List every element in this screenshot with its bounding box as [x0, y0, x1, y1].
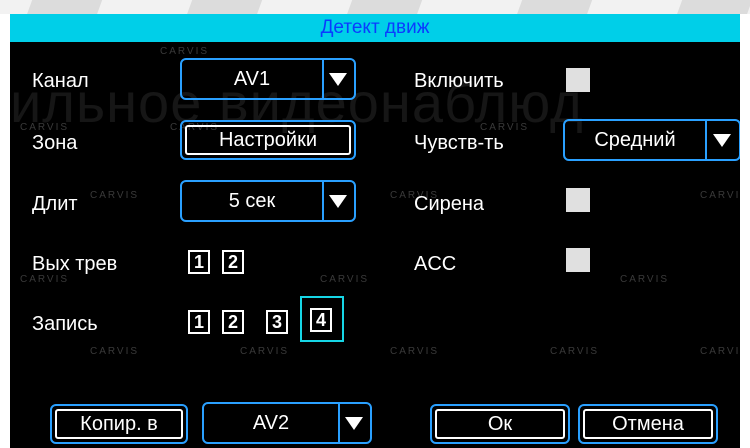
- ok-button-label: Ок: [435, 409, 565, 439]
- chevron-down-icon[interactable]: [322, 182, 354, 220]
- watermark-logo: CARVIS: [550, 346, 600, 357]
- siren-label: Сирена: [414, 193, 485, 215]
- channel-select[interactable]: AV1: [180, 58, 356, 100]
- watermark-logo: CARVIS: [620, 274, 670, 285]
- record-ch1-toggle[interactable]: 1: [188, 310, 210, 334]
- channel-label: Канал: [32, 70, 89, 92]
- record-ch4-toggle[interactable]: 4: [310, 308, 332, 332]
- enable-label: Включить: [414, 70, 504, 92]
- background-strip: [0, 0, 750, 14]
- chevron-down-icon[interactable]: [338, 404, 370, 442]
- alarm-out-label: Вых трев: [32, 253, 118, 275]
- duration-select[interactable]: 5 сек: [180, 180, 356, 222]
- record-ch3-toggle[interactable]: 3: [266, 310, 288, 334]
- siren-checkbox[interactable]: [566, 188, 590, 212]
- acc-label: ACC: [414, 253, 457, 275]
- record-label: Запись: [32, 313, 98, 335]
- watermark-logo: CARVIS: [90, 190, 140, 201]
- acc-checkbox[interactable]: [566, 248, 590, 272]
- motion-detect-panel: ильное видеонаблюд CARVIS CARVIS CARVIS …: [10, 42, 740, 448]
- copy-channel-select[interactable]: AV2: [202, 402, 372, 444]
- duration-value: 5 сек: [228, 189, 276, 212]
- alarm-out-1-toggle[interactable]: 1: [188, 250, 210, 274]
- watermark-logo: CARVIS: [700, 346, 740, 357]
- sensitivity-label: Чувств-ть: [414, 132, 504, 154]
- channel-value: AV1: [233, 67, 271, 90]
- zone-settings-button[interactable]: Настройки: [180, 120, 356, 160]
- watermark-logo: CARVIS: [700, 190, 740, 201]
- watermark-logo: CARVIS: [240, 346, 290, 357]
- zone-label: Зона: [32, 132, 78, 154]
- cancel-button-label: Отмена: [583, 409, 713, 439]
- ok-button[interactable]: Ок: [430, 404, 570, 444]
- copy-to-button[interactable]: Копир. в: [50, 404, 188, 444]
- dialog-title: Детект движ: [10, 14, 740, 42]
- watermark-logo: CARVIS: [90, 346, 140, 357]
- sensitivity-value: Средний: [594, 128, 676, 151]
- copy-channel-value: AV2: [252, 411, 290, 434]
- sensitivity-select[interactable]: Средний: [563, 119, 740, 161]
- zone-settings-button-label: Настройки: [185, 125, 351, 155]
- record-ch2-toggle[interactable]: 2: [222, 310, 244, 334]
- watermark-logo: CARVIS: [390, 346, 440, 357]
- watermark-logo: CARVIS: [320, 274, 370, 285]
- enable-checkbox[interactable]: [566, 68, 590, 92]
- duration-label: Длит: [32, 193, 78, 215]
- watermark-logo: CARVIS: [160, 46, 210, 57]
- cancel-button[interactable]: Отмена: [578, 404, 718, 444]
- alarm-out-2-toggle[interactable]: 2: [222, 250, 244, 274]
- chevron-down-icon[interactable]: [322, 60, 354, 98]
- chevron-down-icon[interactable]: [705, 121, 739, 159]
- copy-to-button-label: Копир. в: [55, 409, 183, 439]
